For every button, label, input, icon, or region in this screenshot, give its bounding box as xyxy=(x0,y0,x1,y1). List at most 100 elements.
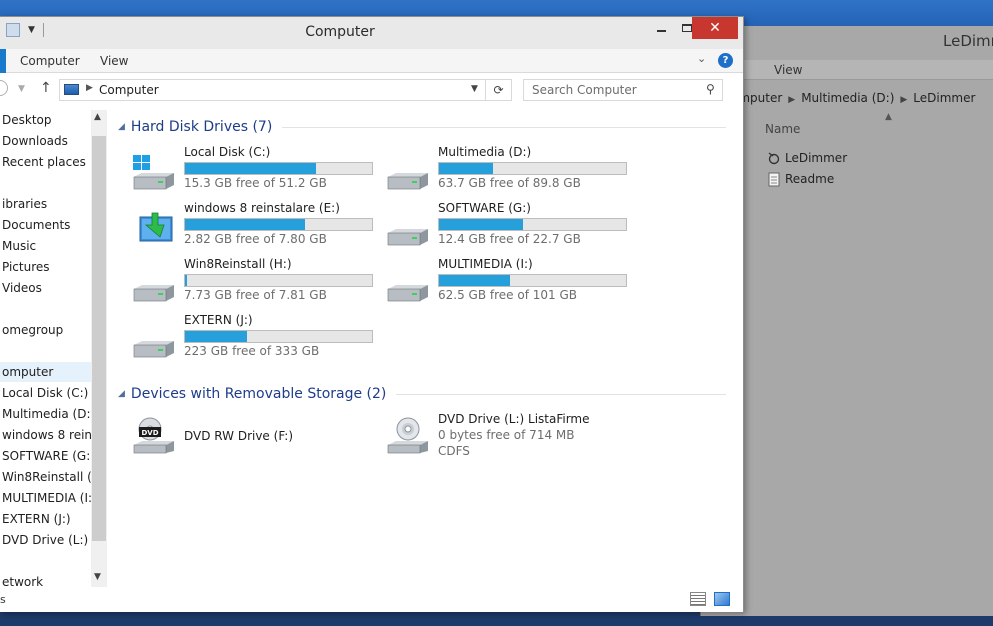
sidebar-item-pictures[interactable]: Pictures xyxy=(2,257,92,277)
sidebar-item-multimedia-i[interactable]: MULTIMEDIA (I:) xyxy=(2,488,92,508)
sidebar-item-documents[interactable]: Documents xyxy=(2,215,92,235)
sidebar-item-recent-places[interactable]: Recent places xyxy=(2,152,92,172)
sidebar-item-extern-j[interactable]: EXTERN (J:) xyxy=(2,509,92,529)
group-header-hard-disk-drives[interactable]: ◢ Hard Disk Drives (7) xyxy=(118,116,726,138)
dvd-drive-icon: DVD xyxy=(133,417,174,454)
sidebar-item-network[interactable]: etwork xyxy=(2,572,92,592)
background-ribbon: View xyxy=(701,60,993,80)
address-text[interactable]: Computer xyxy=(99,83,159,97)
capacity-bar xyxy=(438,162,627,175)
capacity-bar xyxy=(184,274,373,287)
drive-name: Multimedia (D:) xyxy=(438,145,532,159)
minimize-button[interactable] xyxy=(648,17,674,39)
back-button[interactable] xyxy=(0,80,8,96)
sidebar-item-local-disk-c[interactable]: Local Disk (C:) xyxy=(2,383,92,403)
shortcut-icon xyxy=(768,151,780,164)
sidebar-item-dvd-drive-l[interactable]: DVD Drive (L:) Lis xyxy=(2,530,92,550)
drive-free-space: 15.3 GB free of 51.2 GB xyxy=(184,176,327,190)
close-button[interactable]: ✕ xyxy=(692,17,738,39)
expand-ribbon-chevron-icon[interactable]: ⌄ xyxy=(697,52,706,65)
refresh-button[interactable]: ⟳ xyxy=(486,79,512,101)
capacity-bar-fill xyxy=(185,163,316,174)
address-dropdown-icon[interactable]: ▼ xyxy=(471,84,478,94)
drive-item-extern-j[interactable]: EXTERN (J:) 223 GB free of 333 GB xyxy=(126,313,376,363)
drive-name: Local Disk (C:) xyxy=(184,145,271,159)
breadcrumb-item[interactable]: LeDimmer xyxy=(913,91,975,105)
help-icon[interactable]: ? xyxy=(718,53,733,68)
setup-drive-icon xyxy=(139,212,173,242)
sidebar-item-desktop[interactable]: Desktop xyxy=(2,110,92,130)
drive-free-space: 223 GB free of 333 GB xyxy=(184,344,320,358)
capacity-bar-fill xyxy=(185,331,247,342)
capacity-bar xyxy=(184,162,373,175)
drive-free-space: 2.82 GB free of 7.80 GB xyxy=(184,232,327,246)
drive-item-software-g[interactable]: SOFTWARE (G:) 12.4 GB free of 22.7 GB xyxy=(380,201,630,251)
hard-drive-icon xyxy=(133,341,174,358)
drive-item-local-disk-c[interactable]: Local Disk (C:) 15.3 GB free of 51.2 GB xyxy=(126,145,376,195)
scroll-down-arrow-icon[interactable]: ▼ xyxy=(94,572,101,582)
drive-item-multimedia-d[interactable]: Multimedia (D:) 63.7 GB free of 89.8 GB xyxy=(380,145,630,195)
file-name: LeDimmer xyxy=(785,151,848,165)
drive-item-multimedia-i[interactable]: MULTIMEDIA (I:) 62.5 GB free of 101 GB xyxy=(380,257,630,307)
file-item[interactable]: Readme xyxy=(767,170,834,188)
drive-file-system: CDFS xyxy=(438,444,470,458)
drive-free-space: 62.5 GB free of 101 GB xyxy=(438,288,577,302)
sidebar-item-win8reinstall-h[interactable]: Win8Reinstall (H: xyxy=(2,467,92,487)
drive-free-space: 63.7 GB free of 89.8 GB xyxy=(438,176,581,190)
collapse-arrow-icon[interactable]: ◢ xyxy=(118,122,125,132)
navigation-pane[interactable]: Desktop Downloads Recent places ibraries… xyxy=(0,110,108,589)
title-bar[interactable]: ▼ Computer ✕ xyxy=(0,17,743,49)
drive-name: DVD RW Drive (F:) xyxy=(184,429,294,443)
large-icons-view-icon[interactable] xyxy=(714,592,730,606)
search-input[interactable]: Search Computer xyxy=(532,83,637,97)
drive-item-dvd-rw-f[interactable]: DVD DVD RW Drive (F:) xyxy=(126,412,376,462)
capacity-bar-fill xyxy=(439,163,494,174)
sidebar-item-software-g[interactable]: SOFTWARE (G:) xyxy=(2,446,92,466)
drive-name: DVD Drive (L:) ListaFirme xyxy=(438,412,590,426)
breadcrumb-item[interactable]: Multimedia (D:) xyxy=(801,91,894,105)
search-icon[interactable]: ⚲ xyxy=(706,82,715,96)
file-item[interactable]: LeDimmer xyxy=(767,149,847,167)
file-tab[interactable] xyxy=(0,49,6,73)
up-arrow-icon[interactable]: ↑ xyxy=(40,80,52,96)
capacity-bar xyxy=(184,218,373,231)
group-divider xyxy=(396,393,726,395)
window-title: Computer xyxy=(305,24,375,40)
drive-item-dvd-drive-l[interactable]: DVD Drive (L:) ListaFirme 0 bytes free o… xyxy=(380,412,630,462)
explorer-window[interactable]: ▼ Computer ✕ Computer View ⌄ ? ▼ ↑ ▶ Com… xyxy=(0,16,744,612)
tab-computer[interactable]: Computer xyxy=(20,54,80,68)
address-bar[interactable]: ▶ Computer ▼ xyxy=(59,79,486,101)
background-tab-view[interactable]: View xyxy=(774,63,802,77)
sidebar-item-windows8-reinstalare-e[interactable]: windows 8 reinst xyxy=(2,425,92,445)
drive-item-win8reinstall-h[interactable]: Win8Reinstall (H:) 7.73 GB free of 7.81 … xyxy=(126,257,376,307)
recent-locations-icon[interactable]: ▼ xyxy=(18,84,25,94)
details-view-icon[interactable] xyxy=(690,592,706,606)
sidebar-item-computer[interactable]: omputer xyxy=(0,362,91,382)
sidebar-item-homegroup[interactable]: omegroup xyxy=(2,320,92,340)
maximize-icon xyxy=(682,24,692,32)
content-pane[interactable]: ◢ Hard Disk Drives (7) Local Disk (C:) 1… xyxy=(112,110,732,590)
group-header-removable-storage[interactable]: ◢ Devices with Removable Storage (2) xyxy=(118,383,726,405)
search-box[interactable]: Search Computer ⚲ xyxy=(523,79,723,101)
tab-view[interactable]: View xyxy=(100,54,128,68)
drive-free-space: 7.73 GB free of 7.81 GB xyxy=(184,288,327,302)
hard-drive-icon xyxy=(133,285,174,302)
background-breadcrumb[interactable]: omputer ▶ Multimedia (D:) ▶ LeDimmer xyxy=(731,88,993,108)
scroll-up-arrow-icon[interactable]: ▲ xyxy=(94,112,101,122)
navigation-bar: ▼ ↑ ▶ Computer ▼ ⟳ Search Computer ⚲ xyxy=(0,74,743,106)
chevron-right-icon: ▶ xyxy=(788,95,796,105)
sidebar-item-music[interactable]: Music xyxy=(2,236,92,256)
sidebar-item-downloads[interactable]: Downloads xyxy=(2,131,92,151)
drive-name: Win8Reinstall (H:) xyxy=(184,257,292,271)
sidebar-item-videos[interactable]: Videos xyxy=(2,278,92,298)
drive-item-windows8-reinstalare-e[interactable]: windows 8 reinstalare (E:) 2.82 GB free … xyxy=(126,201,376,251)
sidebar-item-multimedia-d[interactable]: Multimedia (D:) xyxy=(2,404,92,424)
scroll-thumb[interactable] xyxy=(92,136,106,541)
collapse-arrow-icon[interactable]: ◢ xyxy=(118,389,125,399)
hard-drive-icon xyxy=(387,173,428,190)
chevron-right-icon[interactable]: ▶ xyxy=(86,83,93,93)
sidebar-scrollbar[interactable]: ▲ ▼ xyxy=(91,110,107,587)
capacity-bar xyxy=(438,274,627,287)
column-header-name[interactable]: Name xyxy=(765,122,800,136)
sidebar-item-libraries[interactable]: ibraries xyxy=(2,194,92,214)
